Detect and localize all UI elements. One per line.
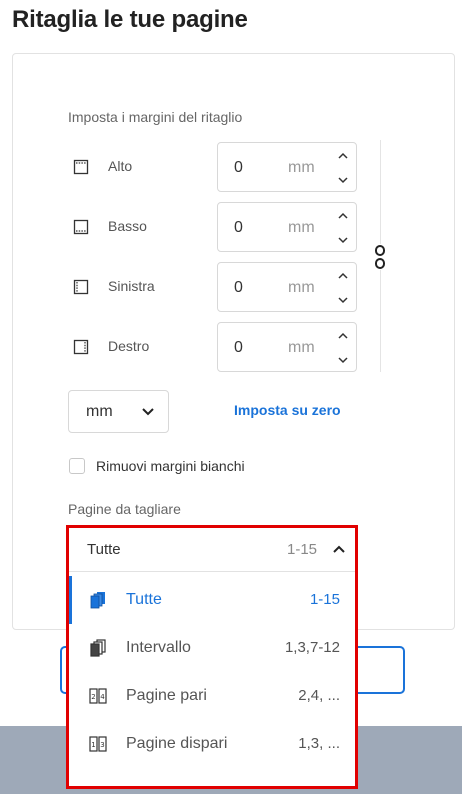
svg-text:3: 3 xyxy=(100,741,104,749)
chevron-down-icon[interactable] xyxy=(141,406,155,418)
pages-option-range: 1-15 xyxy=(309,591,340,608)
margin-row-left: Sinistra 0 mm xyxy=(68,262,358,312)
crop-page: Ritaglia le tue pagine Imposta i margini… xyxy=(0,0,462,794)
range-pages-icon xyxy=(90,639,106,657)
margin-bottom-label: Basso xyxy=(108,218,147,234)
increment-icon[interactable] xyxy=(336,149,350,163)
svg-text:1: 1 xyxy=(91,741,95,749)
margin-row-right: Destro 0 mm xyxy=(68,322,358,372)
decrement-icon[interactable] xyxy=(336,293,350,307)
margin-bottom-unit: mm xyxy=(288,219,315,236)
margin-left-value[interactable]: 0 xyxy=(234,279,243,297)
margin-left-label: Sinistra xyxy=(108,278,155,294)
odd-pages-icon: 1 3 xyxy=(89,736,107,752)
pages-option-range: 1,3, ... xyxy=(298,735,340,752)
pages-option-odd[interactable]: 1 3 Pagine dispari 1,3, ... xyxy=(69,720,355,768)
decrement-icon[interactable] xyxy=(336,353,350,367)
margin-right-value[interactable]: 0 xyxy=(234,339,243,357)
all-pages-icon xyxy=(90,592,105,609)
increment-icon[interactable] xyxy=(336,329,350,343)
reset-to-zero-link[interactable]: Imposta su zero xyxy=(234,402,341,418)
chevron-up-icon[interactable] xyxy=(332,543,346,555)
pages-selected-label[interactable]: Tutte xyxy=(87,541,121,558)
margin-bottom-value[interactable]: 0 xyxy=(234,219,243,237)
margin-right-label: Destro xyxy=(108,338,150,354)
increment-icon[interactable] xyxy=(336,209,350,223)
remove-white-margins-checkbox[interactable] xyxy=(69,458,85,474)
margin-right-icon xyxy=(73,339,89,355)
decrement-icon[interactable] xyxy=(336,233,350,247)
pages-option-label[interactable]: Intervallo xyxy=(126,639,191,657)
pages-option-range[interactable]: Intervallo 1,3,7-12 xyxy=(69,624,355,672)
pages-option-range-value: 1,3,7-12 xyxy=(284,639,340,656)
pages-option-label[interactable]: Tutte xyxy=(126,591,162,609)
remove-white-margins-label[interactable]: Rimuovi margini bianchi xyxy=(96,458,245,474)
pages-option-even[interactable]: 2 4 Pagine pari 2,4, ... xyxy=(69,672,355,720)
unit-select-value[interactable]: mm xyxy=(86,403,113,421)
svg-text:4: 4 xyxy=(100,693,105,701)
margin-top-value[interactable]: 0 xyxy=(234,159,243,177)
margin-top-label: Alto xyxy=(108,158,133,174)
margins-section-label: Imposta i margini del ritaglio xyxy=(68,109,243,125)
pages-option-label[interactable]: Pagine dispari xyxy=(126,735,227,753)
even-pages-icon: 2 4 xyxy=(89,688,107,704)
increment-icon[interactable] xyxy=(336,269,350,283)
link-margins-icon[interactable] xyxy=(373,244,387,270)
decrement-icon[interactable] xyxy=(336,173,350,187)
page-title: Ritaglia le tue pagine xyxy=(12,6,248,33)
margin-bottom-icon xyxy=(73,219,89,235)
svg-text:2: 2 xyxy=(91,693,95,701)
pages-dropdown[interactable]: Tutte 1-15 Tutte 1-15 Intervallo 1,3,7-1… xyxy=(66,525,358,789)
pages-to-crop-label: Pagine da tagliare xyxy=(68,501,181,517)
pages-option-label[interactable]: Pagine pari xyxy=(126,687,207,705)
margin-right-input[interactable]: 0 mm xyxy=(217,322,357,372)
margin-right-unit: mm xyxy=(288,339,315,356)
margin-left-input[interactable]: 0 mm xyxy=(217,262,357,312)
margin-left-unit: mm xyxy=(288,279,315,296)
margin-top-input[interactable]: 0 mm xyxy=(217,142,357,192)
pages-options-list: Tutte 1-15 Intervallo 1,3,7-12 2 4 Pagin… xyxy=(69,576,355,768)
pages-selected-range: 1-15 xyxy=(287,541,318,558)
pages-option-all[interactable]: Tutte 1-15 xyxy=(69,576,355,624)
margin-left-icon xyxy=(73,279,89,295)
pages-dropdown-toggle[interactable]: Tutte 1-15 xyxy=(69,528,355,572)
margin-top-unit: mm xyxy=(288,159,315,176)
margin-row-bottom: Basso 0 mm xyxy=(68,202,358,252)
pages-option-range: 2,4, ... xyxy=(298,687,340,704)
margin-row-top: Alto 0 mm xyxy=(68,142,358,192)
margin-bottom-input[interactable]: 0 mm xyxy=(217,202,357,252)
margin-top-icon xyxy=(73,159,89,175)
unit-select[interactable]: mm xyxy=(68,390,169,433)
